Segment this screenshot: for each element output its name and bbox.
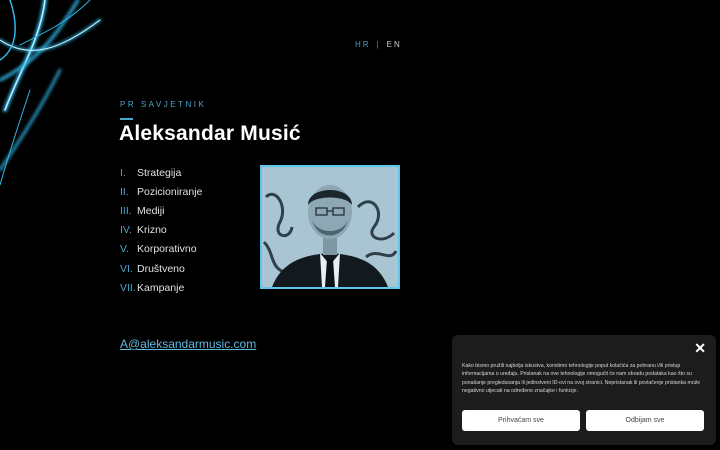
- cookie-consent-text: Kako bismo pružili najbolja iskustva, ko…: [462, 363, 701, 394]
- accent-divider: [120, 118, 133, 120]
- portrait-photo: [260, 165, 400, 289]
- menu-item-label: Mediji: [137, 204, 165, 217]
- menu-item-mediji[interactable]: III. Mediji: [120, 201, 202, 220]
- menu-item-label: Strategija: [137, 166, 182, 179]
- lang-en-link[interactable]: EN: [387, 40, 402, 49]
- menu-item-label: Društveno: [137, 262, 185, 275]
- menu-item-strategija[interactable]: I. Strategija: [120, 163, 202, 182]
- email-link[interactable]: A@aleksandarmusic.com: [120, 337, 256, 351]
- menu-item-drustveno[interactable]: VI. Društveno: [120, 259, 202, 278]
- menu-item-number: VII.: [120, 281, 136, 294]
- menu-item-label: Korporativno: [137, 243, 197, 256]
- menu-item-pozicioniranje[interactable]: II. Pozicioniranje: [120, 182, 202, 201]
- menu-item-number: I.: [120, 166, 126, 179]
- accept-all-button[interactable]: Prihvaćam sve: [462, 410, 580, 431]
- services-menu: I. Strategija II. Pozicioniranje III. Medij…: [120, 163, 202, 297]
- menu-item-number: IV.: [120, 224, 132, 237]
- menu-item-korporativno[interactable]: V. Korporativno: [120, 240, 202, 259]
- menu-item-number: VI.: [120, 262, 133, 275]
- language-switcher: HR | EN: [355, 40, 402, 49]
- cookie-consent-banner: ✕ Kako bismo pružili najbolja iskustva, …: [452, 335, 716, 445]
- light-swirl-decoration: [0, 0, 102, 186]
- reject-all-button[interactable]: Odbijam sve: [586, 410, 704, 431]
- menu-item-label: Krizno: [137, 224, 167, 237]
- page-title: Aleksandar Musić: [119, 122, 301, 145]
- lang-hr-link[interactable]: HR: [355, 40, 371, 49]
- menu-item-number: III.: [120, 204, 132, 217]
- menu-item-kampanje[interactable]: VII. Kampanje: [120, 278, 202, 297]
- menu-item-label: Pozicioniranje: [137, 185, 203, 198]
- menu-item-label: Kampanje: [137, 281, 185, 294]
- menu-item-number: V.: [120, 243, 129, 256]
- role-label: PR SAVJETNIK: [120, 100, 207, 109]
- menu-item-number: II.: [120, 185, 129, 198]
- lang-separator: |: [376, 40, 381, 49]
- menu-item-krizno[interactable]: IV. Krizno: [120, 221, 202, 240]
- close-icon[interactable]: ✕: [694, 340, 706, 357]
